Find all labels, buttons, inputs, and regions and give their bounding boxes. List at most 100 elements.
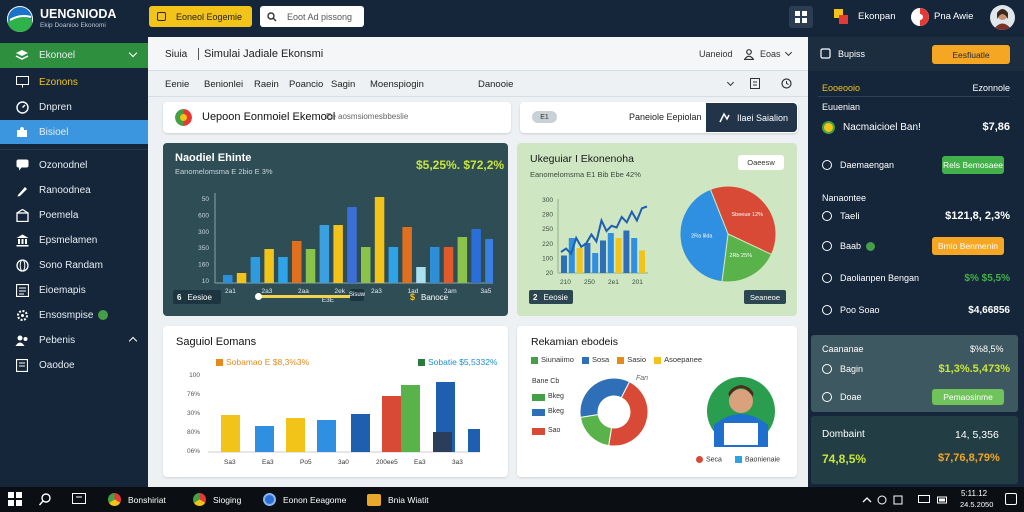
- taskbar-app-3[interactable]: Eonon Eeagome: [263, 491, 346, 508]
- sidebar-item-sono-randam[interactable]: Sono Randam: [0, 253, 148, 277]
- sidebar-item-ekonoel[interactable]: Ekonoel: [0, 43, 148, 68]
- search-button[interactable]: Eoneol Eogemie: [149, 6, 252, 27]
- sidebar-item-ranoodnea[interactable]: Ranoodnea: [0, 178, 148, 202]
- action-button[interactable]: Ilaei Saialion: [706, 103, 797, 132]
- card4-title: Rekamian ebodeis: [531, 336, 618, 348]
- clock-date[interactable]: 24.5.2050: [960, 500, 993, 509]
- sidebar-divider: [0, 149, 148, 150]
- slider-handle[interactable]: [255, 293, 262, 300]
- legend-label: Seca: [706, 456, 722, 464]
- grid-button[interactable]: [789, 6, 813, 28]
- panel-row[interactable]: Euuenian: [814, 97, 1010, 117]
- circle-icon: [822, 211, 832, 221]
- chevron-down-icon[interactable]: [726, 78, 735, 87]
- page-user[interactable]: Eoas: [760, 49, 781, 59]
- range-slider[interactable]: [258, 295, 362, 298]
- sidebar-item-label: Sono Randam: [39, 259, 103, 271]
- sidebar-item-bisioel[interactable]: Bisioel: [0, 120, 148, 144]
- legend-label: Sobamao E $8,3%3%: [226, 357, 310, 367]
- tab-6[interactable]: Moenspiogin: [370, 79, 424, 90]
- x-tick-label: 3a0: [338, 459, 349, 466]
- windows-start-icon[interactable]: [8, 492, 22, 506]
- layers-icon: [15, 49, 29, 63]
- panel-row-button-green[interactable]: Rels Bemosaee: [942, 156, 1004, 174]
- breadcrumb-part1[interactable]: Siuia: [165, 49, 187, 60]
- pie-label: 2Rb 25%: [729, 253, 752, 259]
- search-box[interactable]: Eoot Ad pissong: [260, 6, 364, 27]
- user-name[interactable]: Pna Awie: [934, 11, 973, 22]
- notification-center-button[interactable]: [1005, 493, 1017, 505]
- tab-1[interactable]: Eenie: [165, 79, 189, 90]
- sidebar-item-epsmelamen[interactable]: Epsmelamen: [0, 228, 148, 252]
- chevron-up-icon: [128, 336, 138, 346]
- top-bar: UENGNIODA Ekip Doanioo Ekonomi Eoneol Eo…: [0, 0, 1024, 37]
- card2-badge[interactable]: Oaeesw: [738, 155, 784, 170]
- clock-time[interactable]: 5:11.12: [961, 489, 987, 498]
- panel-row[interactable]: Eooeooio Ezonnole: [814, 78, 1010, 98]
- task-view-icon[interactable]: [72, 493, 86, 505]
- tab-bar: Eenie Benionlei Raein Poancio Sagin Moen…: [148, 71, 808, 97]
- card2-footer-right[interactable]: Seaneoe: [744, 290, 786, 304]
- clock-icon[interactable]: [781, 78, 792, 89]
- network-icon[interactable]: [893, 495, 903, 505]
- card1-footer-right[interactable]: Banoce: [421, 293, 448, 302]
- sidebar-item-dnpren[interactable]: Dnpren: [0, 95, 148, 119]
- search-input[interactable]: Eoot Ad pissong: [287, 12, 352, 22]
- logo-icon: [8, 7, 32, 32]
- document-icon[interactable]: [750, 78, 760, 89]
- sidebar-item-ezonons[interactable]: Ezonons: [0, 70, 148, 94]
- panel-header-label: Bupiss: [838, 49, 866, 59]
- toggle-switch[interactable]: E1: [532, 111, 557, 123]
- sidebar-item-pebenis[interactable]: Pebenis: [0, 328, 148, 352]
- x-tick-label: Ea3: [262, 459, 274, 466]
- taskbar-app-2[interactable]: Sioging: [193, 491, 241, 508]
- tab-3[interactable]: Raein: [254, 79, 279, 90]
- legend-label: Baonienaie: [745, 456, 781, 464]
- sidebar-item-ensosmpise[interactable]: Ensosmpise: [0, 303, 148, 327]
- sidebar-item-oaodoe[interactable]: Oaodoe: [0, 353, 148, 377]
- tab-5[interactable]: Sagin: [331, 79, 355, 90]
- panel-row[interactable]: Nacmaicioel Ban! $7,86: [814, 117, 1010, 137]
- panel-row[interactable]: Nanaontee: [814, 188, 1010, 208]
- avatar[interactable]: [990, 5, 1015, 30]
- section2-button[interactable]: Pemaosinme: [932, 389, 1004, 405]
- chevron-up-tray-icon[interactable]: [862, 495, 872, 505]
- notifications-button[interactable]: [832, 7, 852, 27]
- card3-title: Saguiol Eomans: [176, 336, 257, 348]
- building-icon: [15, 208, 29, 222]
- panel-row[interactable]: Bagin $1,3%.5,473%: [814, 359, 1010, 379]
- panel-row-label: Taeli: [840, 210, 860, 222]
- taskbar-search-icon[interactable]: [39, 493, 52, 506]
- card2-footer-left[interactable]: 2 Eeosie: [529, 290, 573, 304]
- sidebar-item-ozonodnel[interactable]: Ozonodnel: [0, 153, 148, 177]
- taskbar-app-4[interactable]: Bnia Wiatit: [367, 491, 429, 508]
- tab-7[interactable]: Danooie: [478, 79, 513, 90]
- panel-row[interactable]: Daolianpen Bengan $% $5,5%: [814, 268, 1010, 288]
- monitor-tray-icon[interactable]: [918, 495, 930, 505]
- sidebar-item-eioemapis[interactable]: Eioemapis: [0, 278, 148, 302]
- taskbar-app-label: Sioging: [213, 494, 242, 505]
- panel-header-button[interactable]: Eesfiuatle: [932, 45, 1010, 64]
- slider-value-box[interactable]: Sisuw: [349, 289, 365, 301]
- panel-row[interactable]: Poo Soao $4,66856: [814, 300, 1010, 320]
- toggle-value: E1: [540, 113, 549, 121]
- taskbar-app-1[interactable]: Bonshiriat: [108, 491, 166, 508]
- tab-4[interactable]: Poancio: [289, 79, 323, 90]
- panel-row-label: Nacmaicioel Ban!: [843, 121, 921, 133]
- notification-label[interactable]: Ekonpan: [858, 11, 896, 22]
- sidebar-item-poemela[interactable]: Poemela: [0, 203, 148, 227]
- clock-tray-icon[interactable]: [877, 495, 887, 505]
- sidebar-item-label: Oaodoe: [39, 359, 75, 371]
- main-content: Siuia Simulai Jadiale Ekonsmi Uaneiod Eo…: [148, 37, 808, 487]
- panel-row[interactable]: Taeli $121,8, 2,3%: [814, 206, 1010, 226]
- bar: [333, 225, 343, 283]
- bar: [623, 230, 630, 273]
- card1-footer-left[interactable]: 6 Eesioe: [173, 290, 221, 304]
- sidebar-item-label: Dnpren: [39, 101, 72, 113]
- tab-2[interactable]: Benionlei: [204, 79, 243, 90]
- pin-icon: [820, 48, 831, 59]
- battery-icon[interactable]: [937, 495, 948, 505]
- panel-row-button-orange[interactable]: Bmio Benmenin: [932, 237, 1004, 255]
- panel-row-value: $4,66856: [968, 304, 1010, 316]
- page-link[interactable]: Uaneiod: [699, 49, 733, 59]
